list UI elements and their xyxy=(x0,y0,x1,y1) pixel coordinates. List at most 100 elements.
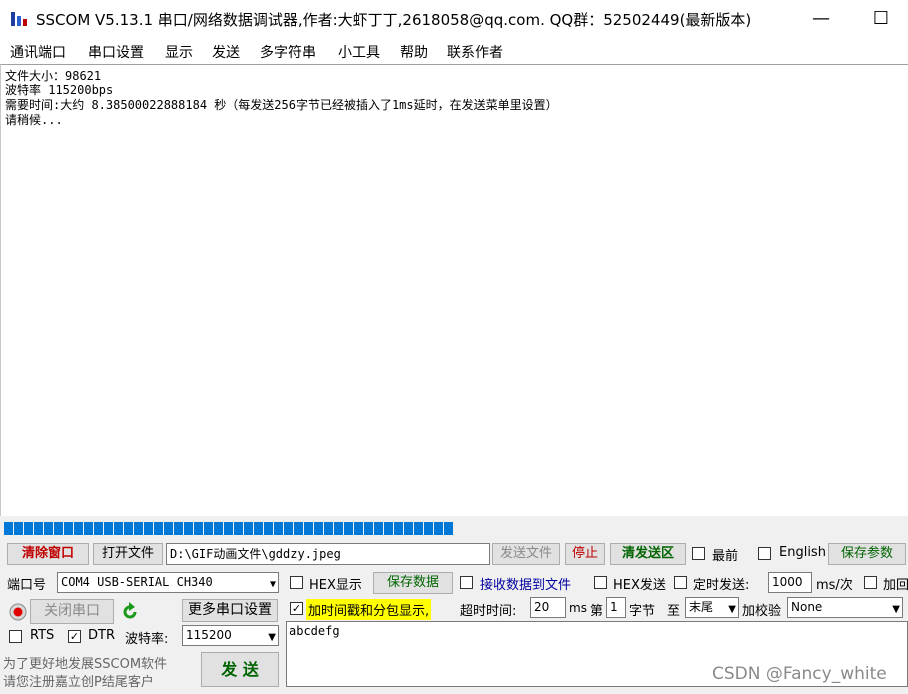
rts-checkbox[interactable] xyxy=(9,630,22,643)
progress-segment xyxy=(394,522,403,535)
timeout-unit: ms xyxy=(569,601,587,615)
app-icon xyxy=(11,12,27,26)
progress-segment xyxy=(424,522,433,535)
receive-line: 文件大小：98621 xyxy=(5,69,102,83)
send-progress-bar xyxy=(4,520,908,538)
port-select[interactable]: COM4 USB-SERIAL CH340 ▼ xyxy=(57,572,279,593)
checksum-value: None xyxy=(791,600,823,614)
progress-segment xyxy=(134,522,143,535)
save-params-button[interactable]: 保存参数 xyxy=(828,543,906,565)
menu-display[interactable]: 显示 xyxy=(165,42,193,62)
clear-send-button[interactable]: 清发送区 xyxy=(610,543,686,565)
progress-segment xyxy=(124,522,133,535)
recv-to-file-label: 接收数据到文件 xyxy=(480,578,572,593)
progress-segment xyxy=(144,522,153,535)
stop-button[interactable]: 停止 xyxy=(565,543,605,565)
progress-segment xyxy=(304,522,313,535)
progress-segment xyxy=(94,522,103,535)
more-serial-settings-button[interactable]: 更多串口设置 xyxy=(182,599,278,622)
hex-display-checkbox[interactable] xyxy=(290,576,303,589)
progress-segment xyxy=(154,522,163,535)
progress-segment xyxy=(84,522,93,535)
menu-bar: 通讯端口 串口设置 显示 发送 多字符串 小工具 帮助 联系作者 xyxy=(0,38,908,64)
chevron-down-icon: ▼ xyxy=(728,604,736,615)
progress-segment xyxy=(254,522,263,535)
progress-segment xyxy=(364,522,373,535)
file-path-field[interactable]: D:\GIF动画文件\gddzy.jpeg xyxy=(166,543,490,565)
dtr-checkbox[interactable]: ✓ xyxy=(68,630,81,643)
progress-segment xyxy=(384,522,393,535)
title-bar: SSCOM V5.13.1 串口/网络数据调试器,作者:大虾丁丁,2618058… xyxy=(0,0,908,38)
port-value: COM4 USB-SERIAL CH340 xyxy=(61,575,213,589)
progress-segment xyxy=(374,522,383,535)
receive-area[interactable]: 文件大小：98621 波特率 115200bps 需要时间:大约 8.38500… xyxy=(0,64,908,517)
open-file-button[interactable]: 打开文件 xyxy=(93,543,163,565)
progress-segment xyxy=(24,522,33,535)
progress-segment xyxy=(344,522,353,535)
progress-segment xyxy=(34,522,43,535)
promo-line-2[interactable]: 请您注册嘉立创P结尾客户 xyxy=(3,671,154,690)
end-select[interactable]: 末尾 ▼ xyxy=(685,597,739,618)
progress-segment xyxy=(294,522,303,535)
dtr-label: DTR xyxy=(88,628,115,643)
baud-label: 波特率: xyxy=(125,632,169,647)
hex-display-label: HEX显示 xyxy=(309,578,362,593)
menu-comm-port[interactable]: 通讯端口 xyxy=(10,42,66,62)
refresh-icon[interactable] xyxy=(120,602,140,622)
checksum-label: 加校验 xyxy=(742,604,782,619)
port-label: 端口号 xyxy=(7,578,47,593)
progress-segment xyxy=(184,522,193,535)
interval-field[interactable]: 1000 xyxy=(768,572,812,593)
menu-tools[interactable]: 小工具 xyxy=(338,42,380,62)
menu-send[interactable]: 发送 xyxy=(212,42,240,62)
baud-select[interactable]: 115200 ▼ xyxy=(182,625,279,646)
add-return-checkbox[interactable] xyxy=(864,576,877,589)
english-checkbox[interactable] xyxy=(758,547,771,560)
timeout-label: 超时时间: xyxy=(460,604,517,619)
progress-segment xyxy=(444,522,453,535)
progress-segment xyxy=(64,522,73,535)
send-button[interactable]: 发 送 xyxy=(201,652,279,687)
progress-segment xyxy=(204,522,213,535)
save-data-button[interactable]: 保存数据 xyxy=(373,572,453,594)
close-port-button[interactable]: 关闭串口 xyxy=(30,599,114,624)
progress-segment xyxy=(274,522,283,535)
progress-segment xyxy=(264,522,273,535)
menu-contact[interactable]: 联系作者 xyxy=(447,42,503,62)
minimize-button[interactable]: — xyxy=(798,6,844,32)
timeout-field[interactable]: 20 xyxy=(530,597,566,618)
record-icon xyxy=(9,603,27,621)
progress-segment xyxy=(164,522,173,535)
hex-send-checkbox[interactable] xyxy=(594,576,607,589)
receive-line: 请稍候... xyxy=(5,113,63,127)
menu-serial-settings[interactable]: 串口设置 xyxy=(88,42,144,62)
baud-value: 115200 xyxy=(186,628,232,642)
progress-segment xyxy=(104,522,113,535)
promo-line-1[interactable]: 为了更好地发展SSCOM软件 xyxy=(3,653,167,672)
send-text: abcdefg xyxy=(289,624,340,638)
interval-unit: ms/次 xyxy=(816,578,853,593)
menu-help[interactable]: 帮助 xyxy=(400,42,428,62)
checksum-select[interactable]: None ▼ xyxy=(787,597,903,618)
progress-segment xyxy=(54,522,63,535)
nth-field[interactable]: 1 xyxy=(606,597,626,618)
timed-send-checkbox[interactable] xyxy=(674,576,687,589)
progress-segment xyxy=(324,522,333,535)
progress-segment xyxy=(4,522,13,535)
recv-to-file-checkbox[interactable] xyxy=(460,576,473,589)
front-most-checkbox[interactable] xyxy=(692,547,705,560)
progress-segment xyxy=(414,522,423,535)
timestamp-checkbox[interactable]: ✓ xyxy=(290,602,303,615)
progress-segment xyxy=(224,522,233,535)
receive-line: 波特率 115200bps xyxy=(5,83,114,97)
hex-send-label: HEX发送 xyxy=(613,578,666,593)
send-file-button[interactable]: 发送文件 xyxy=(492,543,560,565)
progress-segment xyxy=(194,522,203,535)
clear-window-button[interactable]: 清除窗口 xyxy=(7,543,89,565)
maximize-button[interactable]: ☐ xyxy=(858,6,904,32)
progress-segment xyxy=(114,522,123,535)
menu-multi-string[interactable]: 多字符串 xyxy=(260,42,316,62)
byte-label: 字节 xyxy=(629,604,656,619)
to-label: 至 xyxy=(667,604,681,619)
progress-segment xyxy=(284,522,293,535)
